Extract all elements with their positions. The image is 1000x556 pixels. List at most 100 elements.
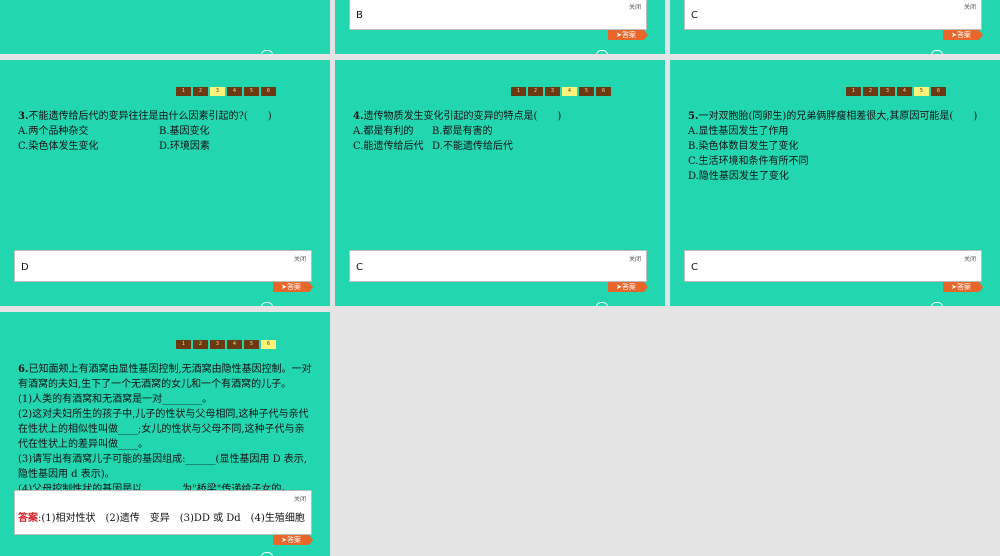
- question-line-7: (3)请写出有酒窝儿子可能的基因组成:______(显性基因用 D 表示,: [18, 454, 307, 465]
- question-text: 3.不能遗传给后代的变异往往是由什么因素引起的?( ) A.两个品种杂交 B.基因…: [18, 109, 318, 154]
- option-d: D.不能遗传给后代: [432, 141, 513, 152]
- slide-top-right: 关闭 C ➤答案: [670, 0, 1000, 54]
- slide-question-6: 1 2 3 4 5 6 6.已知面颊上有酒窝由显性基因控制,无酒窝由隐性基因控制…: [0, 312, 330, 556]
- answer-label: 答案: [18, 513, 38, 524]
- nav-item-5[interactable]: 5: [579, 87, 594, 96]
- nav-item-5[interactable]: 5: [244, 340, 259, 349]
- nav-item-2[interactable]: 2: [528, 87, 543, 96]
- answer-box: 关闭 D: [14, 250, 312, 282]
- slide-notch: [596, 302, 608, 306]
- nav-item-3[interactable]: 3: [210, 87, 225, 96]
- answer-button[interactable]: ➤答案: [943, 30, 983, 40]
- nav-item-5[interactable]: 5: [914, 87, 929, 96]
- question-line-4: (2)这对夫妇所生的孩子中,儿子的性状与父母相同,这种子代与亲代: [18, 409, 309, 420]
- answer-value: C: [356, 262, 363, 273]
- slide-notch: [261, 50, 273, 54]
- question-nav: 1 2 3 4 5 6: [176, 87, 278, 96]
- answer-button[interactable]: ➤答案: [273, 535, 313, 545]
- answer-button[interactable]: ➤答案: [608, 30, 648, 40]
- question-text: 5.一对双胞胎(同卵生)的兄弟俩胖瘦相差很大,其原因可能是( ) A.显性基因发…: [688, 109, 993, 184]
- option-c: C.生活环境和条件有所不同: [688, 156, 809, 167]
- question-stem: 不能遗传给后代的变异往往是由什么因素引起的?( ): [28, 111, 272, 122]
- option-d: D.环境因素: [159, 141, 210, 152]
- option-a: A.都是有利的: [353, 126, 414, 137]
- close-button[interactable]: 关闭: [629, 254, 641, 263]
- option-a: A.两个品种杂交: [18, 126, 89, 137]
- nav-item-4[interactable]: 4: [562, 87, 577, 96]
- question-line-6: 代在性状上的差异叫做____。: [18, 439, 148, 450]
- answer-value: C: [691, 262, 698, 273]
- slide-question-5: 1 2 3 4 5 6 5.一对双胞胎(同卵生)的兄弟俩胖瘦相差很大,其原因可能…: [670, 60, 1000, 306]
- slide-question-3: 1 2 3 4 5 6 3.不能遗传给后代的变异往往是由什么因素引起的?( ) …: [0, 60, 330, 306]
- slide-notch: [596, 50, 608, 54]
- nav-item-2[interactable]: 2: [193, 87, 208, 96]
- close-button[interactable]: 关闭: [629, 2, 641, 11]
- nav-item-1[interactable]: 1: [176, 340, 191, 349]
- slide-notch: [261, 552, 273, 556]
- answer-text: 答案:(1)相对性状 (2)遗传 变异 (3)DD 或 Dd (4)生殖细胞: [18, 509, 305, 524]
- question-nav: 1 2 3 4 5 6: [846, 87, 948, 96]
- nav-item-6[interactable]: 6: [261, 340, 276, 349]
- nav-item-2[interactable]: 2: [193, 340, 208, 349]
- question-stem: 一对双胞胎(同卵生)的兄弟俩胖瘦相差很大,其原因可能是( ): [698, 111, 978, 122]
- question-number: 4.: [353, 111, 364, 122]
- slide-top-left: [0, 0, 330, 54]
- option-a: A.显性基因发生了作用: [688, 126, 789, 137]
- question-number: 5.: [688, 111, 699, 122]
- slide-top-mid: 关闭 B ➤答案: [335, 0, 665, 54]
- nav-item-2[interactable]: 2: [863, 87, 878, 96]
- close-button[interactable]: 关闭: [964, 2, 976, 11]
- answer-button[interactable]: ➤答案: [273, 282, 313, 292]
- nav-item-6[interactable]: 6: [596, 87, 611, 96]
- answer-box: 关闭 答案:(1)相对性状 (2)遗传 变异 (3)DD 或 Dd (4)生殖细…: [14, 490, 312, 535]
- close-button[interactable]: 关闭: [294, 254, 306, 263]
- nav-item-1[interactable]: 1: [176, 87, 191, 96]
- option-b: B.染色体数目发生了变化: [688, 141, 799, 152]
- answer-box: 关闭 C: [349, 250, 647, 282]
- question-line-9: (4)父母控制性状的基因是以________为"桥梁"传递给子女的。: [18, 484, 292, 490]
- question-line-8: 隐性基因用 d 表示)。: [18, 469, 115, 480]
- nav-item-3[interactable]: 3: [545, 87, 560, 96]
- question-stem: 遗传物质发生变化引起的变异的特点是( ): [363, 111, 562, 122]
- question-line-1: 已知面颊上有酒窝由显性基因控制,无酒窝由隐性基因控制。一对: [28, 364, 312, 375]
- option-d: D.隐性基因发生了变化: [688, 171, 789, 182]
- nav-item-3[interactable]: 3: [880, 87, 895, 96]
- question-nav: 1 2 3 4 5 6: [176, 340, 278, 349]
- answer-value: D: [21, 262, 29, 273]
- nav-item-4[interactable]: 4: [227, 340, 242, 349]
- question-line-2: 有酒窝的夫妇,生下了一个无酒窝的女儿和一个有酒窝的儿子。: [18, 379, 292, 390]
- nav-item-5[interactable]: 5: [244, 87, 259, 96]
- nav-item-4[interactable]: 4: [897, 87, 912, 96]
- question-line-3: (1)人类的有酒窝和无酒窝是一对________。: [18, 394, 213, 405]
- answer-value: C: [691, 10, 698, 21]
- nav-item-6[interactable]: 6: [261, 87, 276, 96]
- option-c: C.染色体发生变化: [18, 141, 99, 152]
- answer-box: 关闭 C: [684, 250, 982, 282]
- question-number: 6.: [18, 364, 29, 375]
- question-nav: 1 2 3 4 5 6: [511, 87, 613, 96]
- question-number: 3.: [18, 111, 29, 122]
- answer-button[interactable]: ➤答案: [943, 282, 983, 292]
- answer-value: B: [356, 10, 363, 21]
- slide-notch: [261, 302, 273, 306]
- slide-notch: [931, 302, 943, 306]
- nav-item-1[interactable]: 1: [511, 87, 526, 96]
- nav-item-4[interactable]: 4: [227, 87, 242, 96]
- close-button[interactable]: 关闭: [964, 254, 976, 263]
- question-text: 6.已知面颊上有酒窝由显性基因控制,无酒窝由隐性基因控制。一对 有酒窝的夫妇,生…: [18, 362, 320, 490]
- close-button[interactable]: 关闭: [294, 494, 306, 503]
- option-c: C.能遗传给后代: [353, 141, 424, 152]
- nav-item-6[interactable]: 6: [931, 87, 946, 96]
- nav-item-3[interactable]: 3: [210, 340, 225, 349]
- option-b: B.基因变化: [159, 126, 210, 137]
- question-line-5: 在性状上的相似性叫做____;女儿的性状与父母不同,这种子代与亲: [18, 424, 305, 435]
- answer-box: 关闭 B: [349, 0, 647, 30]
- answer-button[interactable]: ➤答案: [608, 282, 648, 292]
- question-text: 4.遗传物质发生变化引起的变异的特点是( ) A.都是有利的 B.都是有害的 C.…: [353, 109, 653, 154]
- slide-notch: [931, 50, 943, 54]
- option-b: B.都是有害的: [432, 126, 493, 137]
- nav-item-1[interactable]: 1: [846, 87, 861, 96]
- answer-box: 关闭 C: [684, 0, 982, 30]
- slide-question-4: 1 2 3 4 5 6 4.遗传物质发生变化引起的变异的特点是( ) A.都是有…: [335, 60, 665, 306]
- answer-content: :(1)相对性状 (2)遗传 变异 (3)DD 或 Dd (4)生殖细胞: [38, 513, 305, 524]
